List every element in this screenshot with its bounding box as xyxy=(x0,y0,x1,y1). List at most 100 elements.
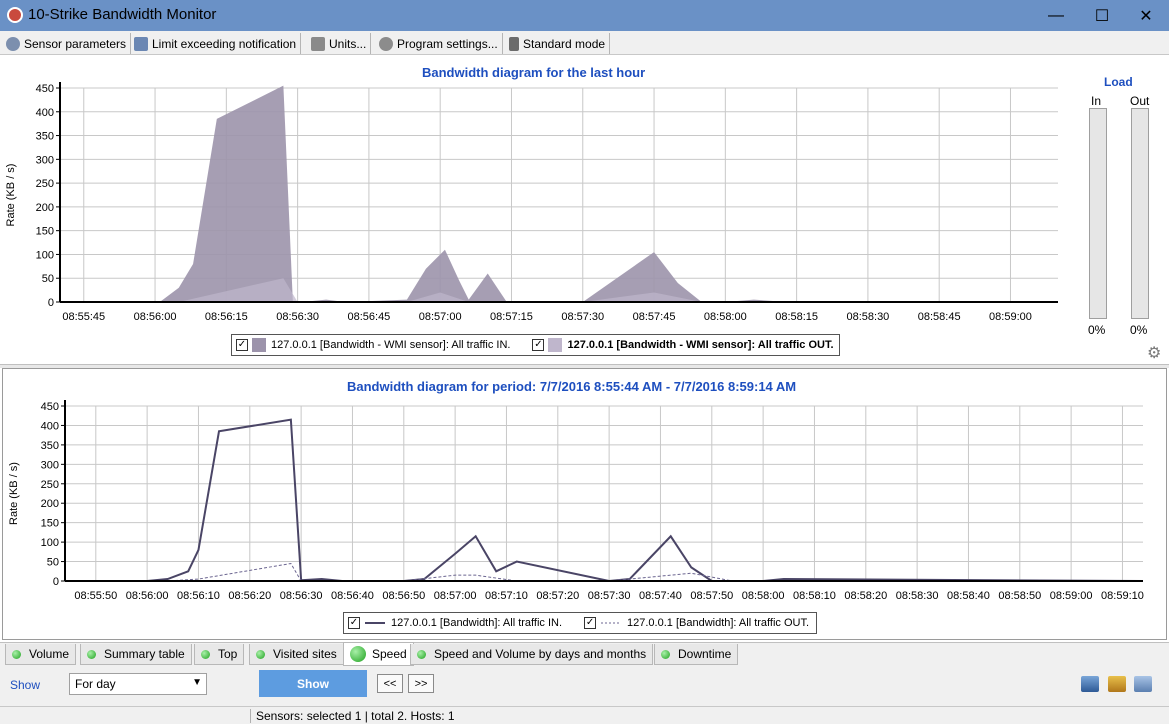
status-dot-icon xyxy=(256,649,265,659)
x-tick-label: 08:57:50 xyxy=(690,590,733,602)
series-in-line xyxy=(65,418,1144,583)
units-label: Units... xyxy=(329,36,367,51)
save-icon[interactable] xyxy=(1108,676,1126,692)
prev-button[interactable]: << xyxy=(377,674,403,693)
tab-label: Visited sites xyxy=(273,647,337,661)
x-tick-label: 08:58:30 xyxy=(896,590,939,602)
y-tick-label: 450 xyxy=(41,401,59,413)
x-tick-label: 08:56:00 xyxy=(134,311,177,323)
y-tick-label: 100 xyxy=(36,249,54,261)
bottom-legend-out-label: 127.0.0.1 [Bandwidth]: All traffic OUT. xyxy=(627,617,810,629)
x-tick-label: 08:57:30 xyxy=(561,311,604,323)
x-tick-label: 08:58:20 xyxy=(844,590,887,602)
top-legend-out-checkbox[interactable]: ✓ xyxy=(532,339,545,351)
standard-mode-button[interactable]: Standard mode xyxy=(505,33,611,54)
x-tick-label: 08:56:20 xyxy=(228,590,271,602)
standard-mode-label: Standard mode xyxy=(523,36,606,51)
load-in-bar xyxy=(1089,108,1107,319)
series-out-line xyxy=(65,562,1143,582)
status-dot-icon xyxy=(417,649,426,659)
bottom-chart: 08:55:50 08:56:00 08:56:10 08:56:20 08:56:30… xyxy=(8,400,1144,602)
y-tick-label: 200 xyxy=(36,202,54,214)
units-button[interactable]: Units... xyxy=(307,33,372,54)
load-out-bar xyxy=(1131,108,1149,319)
gears-icon xyxy=(379,36,393,51)
y-tick-label: 150 xyxy=(36,226,54,238)
x-tick-label: 08:58:40 xyxy=(947,590,990,602)
ruler-icon xyxy=(311,36,325,51)
top-chart-legend: ✓ 127.0.0.1 [Bandwidth - WMI sensor]: Al… xyxy=(231,334,840,356)
y-tick-label: 350 xyxy=(41,440,59,452)
copy-icon[interactable] xyxy=(1134,676,1152,692)
y-tick-label: 300 xyxy=(41,459,59,471)
limit-notification-button[interactable]: Limit exceeding notification xyxy=(130,33,302,54)
x-tick-label: 08:56:50 xyxy=(382,590,425,602)
minimize-button[interactable]: — xyxy=(1033,0,1079,31)
top-legend-out-label: 127.0.0.1 [Bandwidth - WMI sensor]: All … xyxy=(567,339,834,351)
bottom-legend-in-checkbox[interactable]: ✓ xyxy=(348,617,360,629)
bottom-chart-legend: ✓ 127.0.0.1 [Bandwidth]: All traffic IN.… xyxy=(343,612,817,634)
tab-label: Top xyxy=(218,647,238,661)
x-tick-label: 08:58:10 xyxy=(793,590,836,602)
tab-summary-table[interactable]: Summary table xyxy=(80,644,192,665)
load-title: Load xyxy=(1104,75,1133,89)
load-out-label: Out xyxy=(1130,94,1150,108)
load-in-label: In xyxy=(1091,94,1102,108)
last-hour-panel: Bandwidth diagram for the last hour 08:5… xyxy=(0,56,1169,364)
tab-speed-and-volume[interactable]: Speed and Volume by days and months xyxy=(410,644,654,665)
status-dot-icon xyxy=(12,649,21,659)
close-button[interactable]: ✕ xyxy=(1123,0,1169,31)
sensor-parameters-button[interactable]: Sensor parameters xyxy=(2,33,132,54)
x-tick-label: 08:57:00 xyxy=(419,311,462,323)
tab-speed[interactable]: Speed xyxy=(343,642,414,666)
maximize-button[interactable]: ☐ xyxy=(1079,0,1125,31)
show-button[interactable]: Show xyxy=(259,670,367,697)
x-tick-label: 08:57:20 xyxy=(536,590,579,602)
status-text: Sensors: selected 1 | total 2. Hosts: 1 xyxy=(250,709,455,723)
y-tick-label: 250 xyxy=(36,178,54,190)
top-legend-in-checkbox[interactable]: ✓ xyxy=(236,339,248,351)
period-select-value: For day xyxy=(75,677,116,691)
x-tick-label: 08:55:50 xyxy=(74,590,117,602)
tab-volume[interactable]: Volume xyxy=(5,644,77,665)
status-dot-icon xyxy=(87,649,96,659)
y-tick-label: 400 xyxy=(36,107,54,119)
program-settings-label: Program settings... xyxy=(397,36,498,51)
tab-top[interactable]: Top xyxy=(194,644,245,665)
bottom-chart-title: Bandwidth diagram for period: 7/7/2016 8… xyxy=(347,379,797,394)
print-icon[interactable] xyxy=(1081,676,1099,692)
program-settings-button[interactable]: Program settings... xyxy=(375,33,503,54)
tab-downtime[interactable]: Downtime xyxy=(654,644,739,665)
next-button[interactable]: >> xyxy=(408,674,434,693)
x-tick-label: 08:59:00 xyxy=(1050,590,1093,602)
sensor-parameters-label: Sensor parameters xyxy=(24,36,127,51)
y-tick-label: 300 xyxy=(36,154,54,166)
x-tick-label: 08:58:15 xyxy=(775,311,818,323)
series-in-area xyxy=(60,85,1058,302)
x-tick-label: 08:58:00 xyxy=(704,311,747,323)
view-tabs: Volume Summary table Top Visited sites S… xyxy=(0,642,1169,666)
sensor-icon xyxy=(6,36,20,51)
show-label: Show xyxy=(10,678,41,692)
x-tick-label: 08:59:00 xyxy=(989,311,1032,323)
bottom-legend-in-line xyxy=(365,622,385,624)
y-tick-label: 200 xyxy=(41,498,59,510)
title-bar: 10-Strike Bandwidth Monitor — ☐ ✕ xyxy=(0,0,1169,31)
y-tick-label: 50 xyxy=(47,557,59,569)
tab-label: Speed xyxy=(372,647,407,661)
x-tick-label: 08:56:00 xyxy=(126,590,169,602)
x-tick-label: 08:56:30 xyxy=(276,311,319,323)
x-tick-label: 08:58:00 xyxy=(742,590,785,602)
x-tick-label: 08:57:10 xyxy=(485,590,528,602)
limit-notification-label: Limit exceeding notification xyxy=(152,36,297,51)
y-tick-label: 50 xyxy=(42,273,54,285)
notification-icon xyxy=(134,36,148,51)
x-tick-label: 08:57:30 xyxy=(588,590,631,602)
window-title: 10-Strike Bandwidth Monitor xyxy=(28,6,217,23)
chevron-down-icon: ▼ xyxy=(192,677,202,688)
tab-visited-sites[interactable]: Visited sites xyxy=(249,644,344,665)
tab-label: Downtime xyxy=(678,647,732,661)
bottom-legend-out-checkbox[interactable]: ✓ xyxy=(584,617,597,629)
settings-gear-icon[interactable]: ⚙ xyxy=(1147,343,1161,363)
period-select[interactable]: For day ▼ xyxy=(69,673,207,695)
